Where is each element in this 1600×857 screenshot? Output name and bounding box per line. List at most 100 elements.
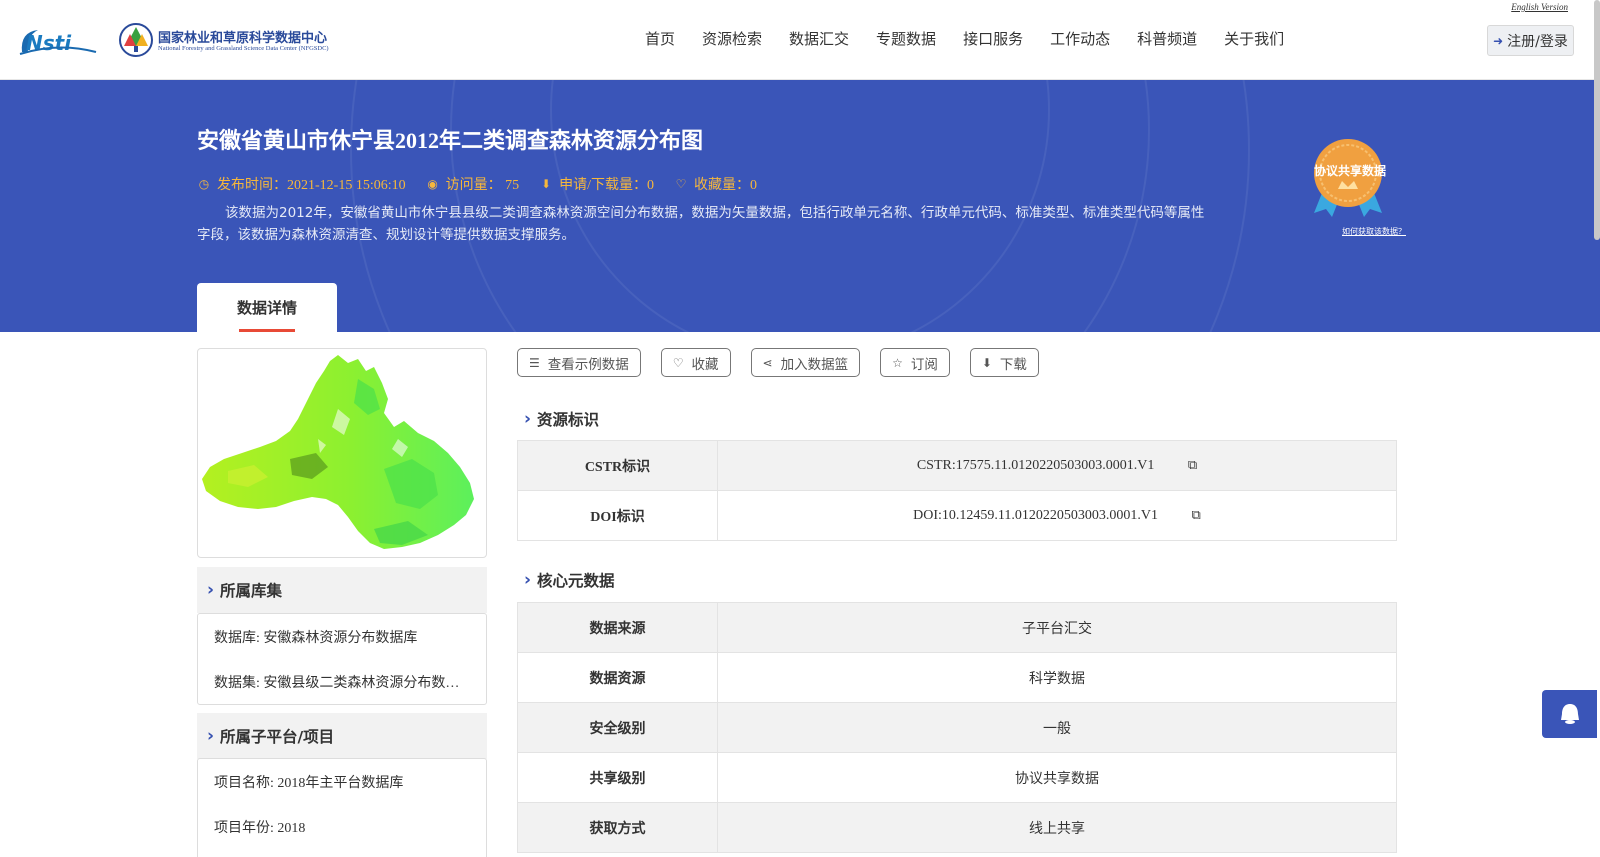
table-row: 数据来源 子平台汇交 — [517, 602, 1397, 653]
logo-english-name: National Forestry and Grassland Science … — [158, 45, 329, 52]
data-resource-value: 科学数据 — [717, 652, 1397, 703]
data-source-value: 子平台汇交 — [717, 602, 1397, 653]
access-method-key: 获取方式 — [517, 802, 718, 853]
cstr-value: CSTR:17575.11.0120220503003.0001.V1 — [916, 458, 1155, 473]
action-toolbar: ☰ 查看示例数据 ♡ 收藏 ⋖ 加入数据篮 ☆ 订阅 ⬇ 下载 — [517, 348, 1039, 377]
chevron-right-icon: › — [524, 570, 532, 590]
core-metadata-section-header: › 核心元数据 — [524, 569, 615, 591]
security-level-value: 一般 — [717, 702, 1397, 753]
copy-icon[interactable]: ⧉ — [1192, 507, 1201, 523]
nav-about-us[interactable]: 关于我们 — [1224, 28, 1284, 49]
download-label: 下载 — [999, 356, 1027, 373]
cstr-value-cell: CSTR:17575.11.0120220503003.0001.V1 ⧉ — [717, 440, 1397, 491]
nav-home[interactable]: 首页 — [645, 28, 675, 49]
login-label: 注册/登录 — [1507, 33, 1568, 50]
share-level-key: 共享级别 — [517, 752, 718, 803]
eye-icon: ◉ — [427, 176, 438, 191]
forest-distribution-map — [202, 355, 474, 549]
tab-data-details[interactable]: 数据详情 — [197, 283, 337, 332]
table-row: DOI标识 DOI:10.12459.11.0120220503003.0001… — [517, 490, 1397, 541]
resource-id-section-header: › 资源标识 — [524, 408, 599, 430]
core-metadata-table: 数据来源 子平台汇交 数据资源 科学数据 安全级别 一般 共享级别 协议共享数据… — [517, 602, 1397, 853]
cstr-key: CSTR标识 — [517, 440, 718, 491]
table-row: 安全级别 一般 — [517, 702, 1397, 753]
database-item[interactable]: 数据库: 安徽森林资源分布数据库 — [198, 614, 486, 659]
clock-icon: ◷ — [198, 176, 210, 191]
download-button[interactable]: ⬇ 下载 — [969, 348, 1039, 377]
collection-section-header: › 所属库集 — [197, 567, 487, 613]
nav-resource-search[interactable]: 资源检索 — [702, 28, 762, 49]
chevron-right-icon: › — [524, 409, 532, 429]
site-header: Nsti 国家林业和草原科学数据中心 National Forestry and… — [0, 0, 1600, 80]
resource-id-table: CSTR标识 CSTR:17575.11.0120220503003.0001.… — [517, 440, 1397, 541]
publish-time: ◷ 发布时间：2021-12-15 15:06:10 — [197, 174, 406, 194]
doi-key: DOI标识 — [517, 490, 718, 541]
view-sample-label: 查看示例数据 — [547, 356, 629, 373]
data-resource-key: 数据资源 — [517, 652, 718, 703]
add-to-basket-button[interactable]: ⋖ 加入数据篮 — [750, 348, 861, 377]
collection-box: 数据库: 安徽森林资源分布数据库 数据集: 安徽县级二类森林资源分布数… — [197, 613, 487, 705]
table-row: 获取方式 线上共享 — [517, 802, 1397, 853]
dataset-description: 该数据为2012年，安徽省黄山市休宁县县级二类调查森林资源空间分布数据，数据为矢… — [197, 205, 1205, 243]
resource-id-title: 资源标识 — [537, 411, 600, 429]
nfgsdc-emblem-icon — [119, 23, 153, 57]
project-box: 项目名称: 2018年主平台数据库 项目年份: 2018 — [197, 758, 487, 857]
doi-value-cell: DOI:10.12459.11.0120220503003.0001.V1 ⧉ — [717, 490, 1397, 541]
dataset-item[interactable]: 数据集: 安徽县级二类森林资源分布数… — [198, 659, 486, 704]
how-to-get-data-link[interactable]: 如何获取该数据？ — [1342, 226, 1406, 237]
download-icon: ⬇ — [981, 355, 992, 370]
download-count: ⬇ 申请/下载量：0 — [539, 174, 654, 194]
share-icon: ⋖ — [762, 355, 773, 370]
nav-thematic-data[interactable]: 专题数据 — [876, 28, 936, 49]
data-source-key: 数据来源 — [517, 602, 718, 653]
nsti-logo[interactable]: Nsti — [18, 22, 98, 58]
dataset-meta: ◷ 发布时间：2021-12-15 15:06:10 ◉ 访问量： 75 ⬇ 申… — [197, 174, 757, 194]
login-button[interactable]: ➜ 注册/登录 — [1487, 25, 1574, 56]
database-icon: ☰ — [529, 355, 540, 370]
favorite-button[interactable]: ♡ 收藏 — [660, 348, 731, 377]
favorite-count: ♡ 收藏量：0 — [674, 174, 757, 194]
chat-bell-icon — [1560, 704, 1579, 724]
star-icon: ☆ — [892, 355, 903, 370]
logo-chinese-name: 国家林业和草原科学数据中心 — [158, 31, 328, 46]
active-tab-indicator — [239, 329, 295, 332]
visit-count-text: 访问量： 75 — [445, 178, 520, 193]
dataset-title: 安徽省黄山市休宁县2012年二类调查森林资源分布图 — [197, 128, 704, 153]
chevron-right-icon: › — [207, 726, 215, 746]
dataset-thumbnail[interactable] — [197, 348, 487, 558]
favorite-count-text: 收藏量：0 — [694, 178, 757, 193]
project-year-item: 项目年份: 2018 — [214, 820, 306, 836]
table-row: CSTR标识 CSTR:17575.11.0120220503003.0001.… — [517, 440, 1397, 491]
download-count-text: 申请/下载量：0 — [559, 178, 654, 193]
publish-time-text: 发布时间：2021-12-15 15:06:10 — [217, 178, 406, 193]
visit-count: ◉ 访问量： 75 — [426, 174, 520, 194]
copy-icon[interactable]: ⧉ — [1188, 457, 1197, 473]
heart-icon: ♡ — [675, 176, 687, 191]
nav-data-submission[interactable]: 数据汇交 — [789, 28, 849, 49]
share-level-value: 协议共享数据 — [717, 752, 1397, 803]
tab-data-details-label: 数据详情 — [236, 299, 297, 317]
customer-service-button[interactable] — [1542, 690, 1597, 738]
core-metadata-title: 核心元数据 — [537, 572, 615, 590]
dataset-hero: 安徽省黄山市休宁县2012年二类调查森林资源分布图 ◷ 发布时间：2021-12… — [0, 80, 1600, 332]
nfgsdc-logo[interactable]: 国家林业和草原科学数据中心 National Forestry and Gras… — [118, 22, 338, 58]
subscribe-button[interactable]: ☆ 订阅 — [880, 348, 950, 377]
view-sample-button[interactable]: ☰ 查看示例数据 — [517, 348, 641, 377]
favorite-label: 收藏 — [691, 356, 719, 373]
heart-icon: ♡ — [672, 355, 684, 370]
sign-in-icon: ➜ — [1493, 33, 1504, 48]
nav-work-news[interactable]: 工作动态 — [1050, 28, 1110, 49]
english-version-link[interactable]: English Version — [1511, 2, 1568, 12]
page-scrollbar[interactable] — [1594, 0, 1600, 240]
security-level-key: 安全级别 — [517, 702, 718, 753]
download-icon: ⬇ — [541, 176, 552, 191]
collection-section-title: 所属库集 — [220, 582, 283, 600]
chevron-right-icon: › — [207, 580, 215, 600]
doi-value: DOI:10.12459.11.0120220503003.0001.V1 — [913, 508, 1159, 523]
main-nav: 首页 资源检索 数据汇交 专题数据 接口服务 工作动态 科普频道 关于我们 — [645, 28, 1311, 49]
project-section-header: › 所属子平台/项目 — [197, 713, 487, 759]
nav-api-service[interactable]: 接口服务 — [963, 28, 1023, 49]
add-to-basket-label: 加入数据篮 — [780, 356, 849, 373]
nav-science-channel[interactable]: 科普频道 — [1137, 28, 1197, 49]
access-method-value: 线上共享 — [717, 802, 1397, 853]
